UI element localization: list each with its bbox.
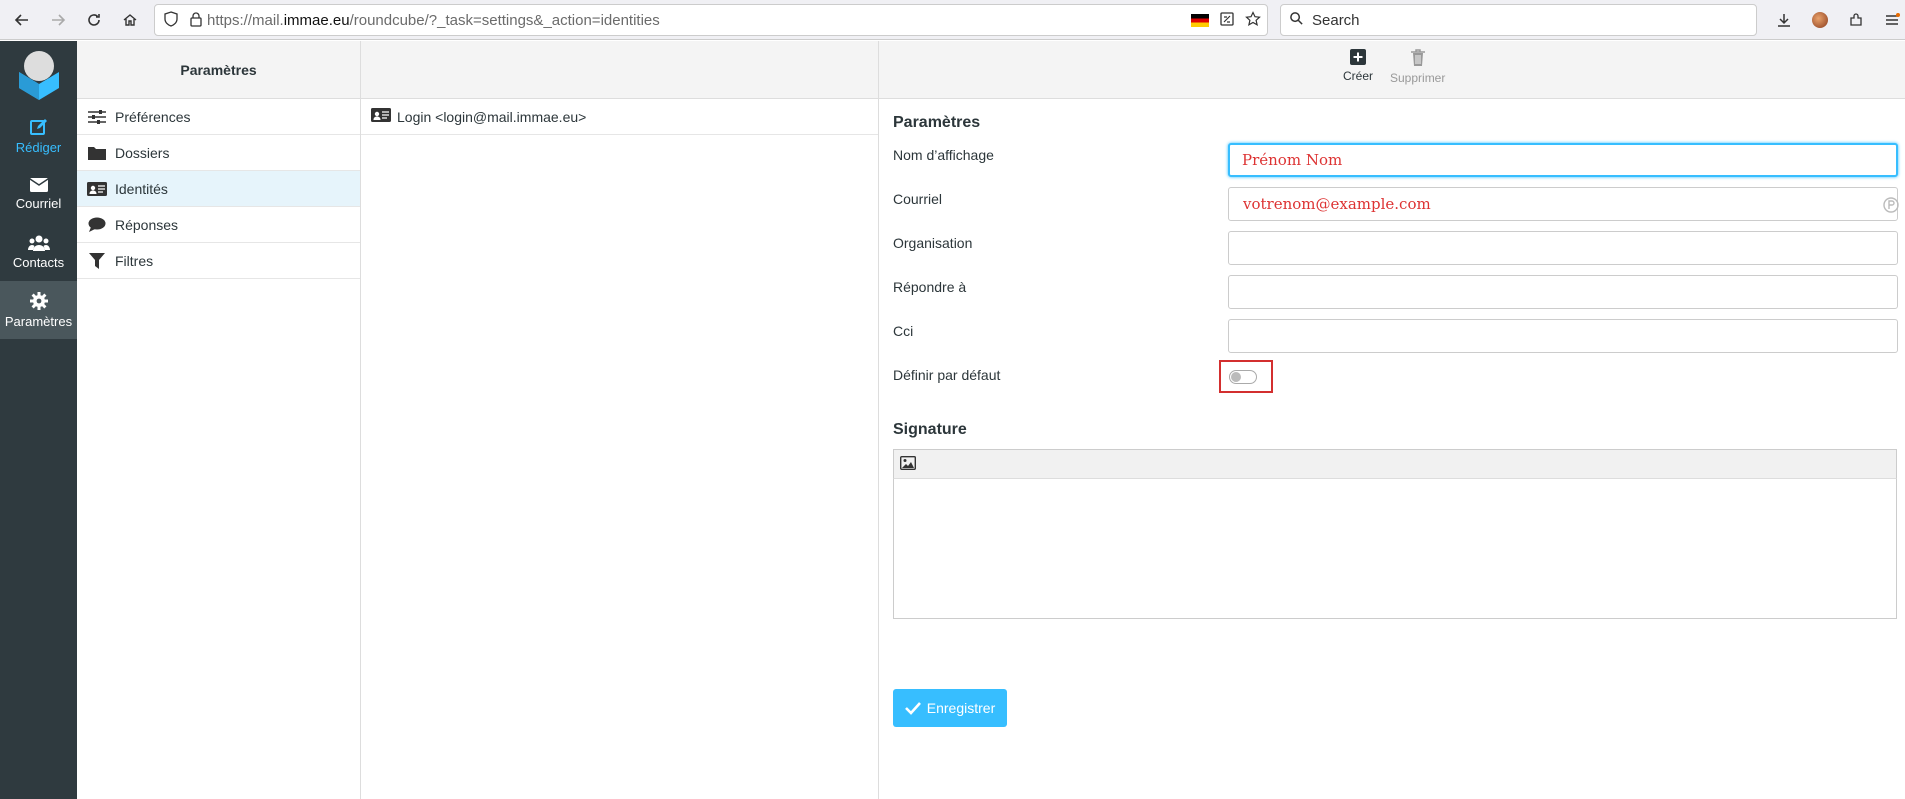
settings-task[interactable]: Paramètres xyxy=(0,281,77,339)
bcc-input[interactable] xyxy=(1228,319,1898,353)
bcc-row: Cci xyxy=(893,319,1898,355)
menu-icon[interactable] xyxy=(1874,2,1905,38)
section-title-settings: Paramètres xyxy=(893,114,981,131)
settings-item-label: Filtres xyxy=(115,252,154,269)
image-icon[interactable] xyxy=(899,455,917,473)
filter-icon xyxy=(87,252,107,269)
organization-input[interactable] xyxy=(1228,231,1898,265)
reply-to-label: Répondre à xyxy=(893,279,967,295)
identities-list: Login <login@mail.immae.eu> xyxy=(361,41,879,799)
reply-to-row: Répondre à xyxy=(893,275,1898,311)
german-flag-icon[interactable] xyxy=(1191,14,1209,27)
settings-item-responses[interactable]: Réponses xyxy=(77,207,360,243)
comment-icon xyxy=(87,217,107,232)
delete-label: Supprimer xyxy=(1390,71,1446,85)
trash-icon xyxy=(1410,49,1425,66)
section-title-signature: Signature xyxy=(893,421,967,438)
display-name-row: Nom d’affichage xyxy=(893,143,1898,179)
id-card-icon xyxy=(87,181,107,196)
task-menu: Rédiger Courriel Contacts Paramètres xyxy=(0,41,77,799)
organization-row: Organisation xyxy=(893,231,1898,267)
settings-item-label: Préférences xyxy=(115,108,191,125)
roundcube-app: Rédiger Courriel Contacts Paramètres Par… xyxy=(0,41,1905,799)
home-icon[interactable] xyxy=(112,2,148,38)
toggle-knob xyxy=(1231,372,1241,382)
plus-square-icon xyxy=(1350,49,1366,65)
password-manager-icon[interactable] xyxy=(1883,197,1899,216)
identity-edit-panel: Créer Supprimer Paramètres Nom d’afficha… xyxy=(879,41,1905,799)
settings-sections-header: Paramètres xyxy=(77,41,360,99)
delete-button[interactable]: Supprimer xyxy=(1390,49,1445,85)
mail-label: Courriel xyxy=(15,195,62,211)
compose-label: Rédiger xyxy=(15,139,62,155)
signature-textarea[interactable] xyxy=(893,479,1897,619)
browser-toolbar: https://mail.immae.eu/roundcube/?_task=s… xyxy=(0,0,1905,40)
settings-item-label: Réponses xyxy=(115,216,179,233)
users-icon xyxy=(27,235,50,251)
create-label: Créer xyxy=(1343,69,1374,83)
url-bar[interactable]: https://mail.immae.eu/roundcube/?_task=s… xyxy=(154,4,1268,36)
shield-icon[interactable] xyxy=(163,10,179,30)
organization-label: Organisation xyxy=(893,235,973,251)
browser-search-bar[interactable]: Search xyxy=(1280,4,1757,36)
contacts-task[interactable]: Contacts xyxy=(0,223,77,281)
extensions-icon[interactable] xyxy=(1838,2,1874,38)
default-row: Définir par défaut xyxy=(893,360,1897,399)
contacts-label: Contacts xyxy=(12,254,65,270)
email-row: Courriel xyxy=(893,187,1899,223)
sliders-icon xyxy=(87,109,107,124)
settings-item-folders[interactable]: Dossiers xyxy=(77,135,360,171)
settings-item-label: Identités xyxy=(115,180,168,197)
default-label: Définir par défaut xyxy=(893,367,1001,383)
save-label: Enregistrer xyxy=(926,700,996,716)
signature-toolbar xyxy=(893,449,1897,479)
identities-list-header xyxy=(361,41,878,99)
highlight-box xyxy=(1219,360,1273,393)
signature-editor xyxy=(893,449,1897,619)
downloads-icon[interactable] xyxy=(1766,2,1802,38)
url-text: https://mail.immae.eu/roundcube/?_task=s… xyxy=(207,11,660,29)
check-icon xyxy=(904,702,921,715)
settings-item-label: Dossiers xyxy=(115,144,170,161)
search-icon xyxy=(1289,11,1304,29)
gear-icon xyxy=(29,291,48,310)
settings-sections: Paramètres Préférences Dossiers Identité… xyxy=(77,41,361,799)
content-toolbar: Créer Supprimer xyxy=(879,41,1905,99)
identity-row[interactable]: Login <login@mail.immae.eu> xyxy=(361,99,878,135)
compose-task[interactable]: Rédiger xyxy=(0,107,77,165)
roundcube-logo[interactable] xyxy=(0,41,77,107)
reload-icon[interactable] xyxy=(76,2,112,38)
reader-icon[interactable] xyxy=(1219,11,1235,30)
folder-icon xyxy=(87,146,107,160)
id-card-icon xyxy=(371,108,391,125)
save-button[interactable]: Enregistrer xyxy=(893,689,1007,727)
lock-icon[interactable] xyxy=(189,11,203,30)
compose-icon xyxy=(29,118,47,135)
account-avatar-icon[interactable] xyxy=(1802,2,1838,38)
create-button[interactable]: Créer xyxy=(1343,49,1373,83)
email-input[interactable] xyxy=(1228,187,1898,221)
settings-sections-title: Paramètres xyxy=(180,61,257,78)
back-icon[interactable] xyxy=(4,2,40,38)
forward-icon[interactable] xyxy=(40,2,76,38)
settings-label: Paramètres xyxy=(4,313,73,329)
settings-item-preferences[interactable]: Préférences xyxy=(77,99,360,135)
reply-to-input[interactable] xyxy=(1228,275,1898,309)
email-label: Courriel xyxy=(893,191,943,207)
bookmark-star-icon[interactable] xyxy=(1245,11,1261,30)
settings-item-filters[interactable]: Filtres xyxy=(77,243,360,279)
default-toggle[interactable] xyxy=(1229,370,1257,384)
display-name-label: Nom d’affichage xyxy=(893,147,994,163)
settings-item-identities[interactable]: Identités xyxy=(77,171,360,207)
mail-task[interactable]: Courriel xyxy=(0,165,77,223)
search-placeholder: Search xyxy=(1312,11,1360,29)
envelope-icon xyxy=(29,177,48,192)
display-name-input[interactable] xyxy=(1228,143,1898,177)
bcc-label: Cci xyxy=(893,323,914,339)
identity-label: Login <login@mail.immae.eu> xyxy=(397,108,587,125)
